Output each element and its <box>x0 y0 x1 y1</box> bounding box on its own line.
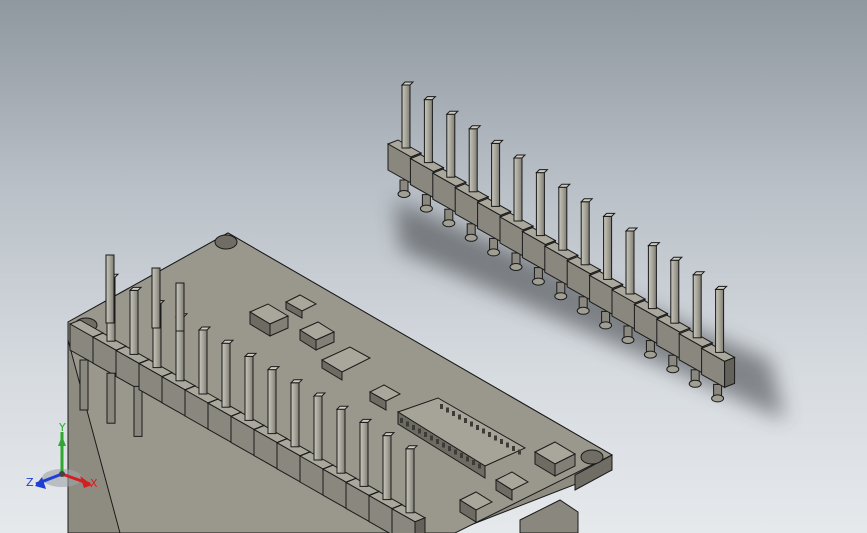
axis-y-arrow-icon <box>58 436 66 446</box>
3d-viewport[interactable]: Y X Z <box>0 0 867 533</box>
model-scene[interactable]: Y X Z <box>0 0 867 533</box>
axis-z-label: Z <box>26 476 34 489</box>
usb-connector <box>519 499 579 533</box>
axis-y-label: Y <box>58 421 66 434</box>
mounting-hole-3 <box>580 449 604 465</box>
axis-x-label: X <box>90 477 98 490</box>
triad-origin <box>59 471 65 477</box>
mounting-hole-1 <box>214 234 238 250</box>
